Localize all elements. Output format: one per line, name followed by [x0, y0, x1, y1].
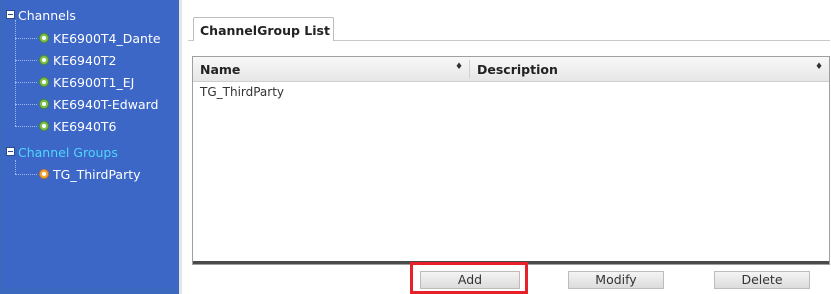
collapse-icon[interactable]	[6, 147, 15, 156]
cell-name: TG_ThirdParty	[200, 85, 285, 99]
column-header-description[interactable]: Description	[477, 62, 558, 77]
channelgroup-table: Name ♦ Description ♦ TG_ThirdParty	[192, 56, 830, 265]
table-header: Name ♦ Description ♦	[193, 57, 829, 82]
tree-node-channel-groups[interactable]: Channel Groups	[18, 145, 118, 160]
collapse-icon[interactable]	[6, 10, 15, 19]
tree-connector	[15, 126, 37, 127]
tree-node-channels[interactable]: Channels	[18, 8, 76, 23]
channel-icon	[39, 33, 49, 43]
channel-icon	[39, 55, 49, 65]
tree-connector	[15, 174, 37, 175]
tree-node-channel[interactable]: KE6940T-Edward	[53, 97, 158, 112]
tree-connector	[15, 38, 37, 39]
sidebar: Channels KE6900T4_Dante KE6940T2 KE6900T…	[0, 0, 179, 294]
tree-node-channel[interactable]: KE6900T4_Dante	[53, 31, 161, 46]
tree-connector	[15, 104, 37, 105]
sort-icon[interactable]: ♦	[455, 62, 463, 72]
channel-icon	[39, 121, 49, 131]
column-header-name[interactable]: Name	[200, 62, 240, 77]
channel-icon	[39, 77, 49, 87]
tree-connector	[15, 60, 37, 61]
panel-divider[interactable]	[179, 0, 182, 294]
sort-icon[interactable]: ♦	[815, 62, 823, 72]
tree-node-channel[interactable]: KE6900T1_EJ	[53, 75, 134, 90]
modify-button[interactable]: Modify	[568, 271, 664, 289]
delete-button[interactable]: Delete	[714, 271, 810, 289]
channel-group-icon	[39, 169, 49, 179]
highlight-box	[410, 262, 528, 294]
tree-node-channel[interactable]: KE6940T2	[53, 53, 117, 68]
channel-icon	[39, 99, 49, 109]
tree-connector	[15, 20, 16, 126]
channel-tree: Channels KE6900T4_Dante KE6940T2 KE6900T…	[5, 0, 175, 288]
tree-node-channel[interactable]: KE6940T6	[53, 119, 117, 134]
tab-channelgroup-list[interactable]: ChannelGroup List	[193, 17, 334, 41]
column-resize-handle[interactable]	[469, 60, 470, 78]
tree-node-group[interactable]: TG_ThirdParty	[53, 167, 141, 182]
tree-connector	[15, 82, 37, 83]
tree-connector	[15, 160, 16, 174]
